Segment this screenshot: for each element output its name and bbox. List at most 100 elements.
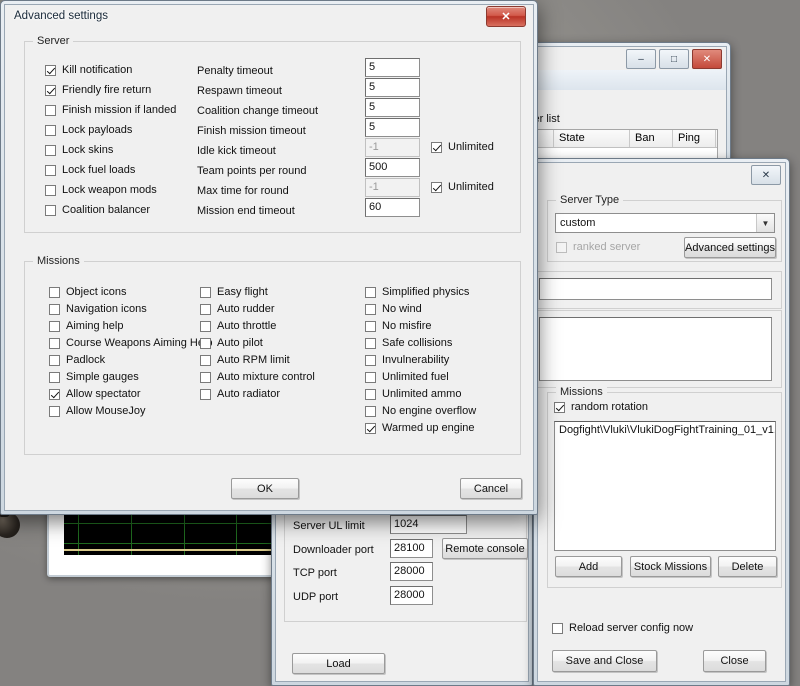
checkbox-label: Unlimited ammo	[382, 388, 462, 400]
team-points-per-round-input[interactable]: 500	[365, 158, 420, 177]
column-header[interactable]: State	[554, 130, 630, 147]
add-mission-button[interactable]: Add	[555, 556, 622, 577]
unlimited-ammo-checkbox[interactable]: Unlimited ammo	[365, 388, 461, 400]
save-and-close-button[interactable]: Save and Close	[552, 650, 657, 672]
close-icon[interactable]: ✕	[486, 6, 526, 27]
server-type-select[interactable]: custom ▼	[555, 213, 775, 233]
auto-radiator-checkbox[interactable]: Auto radiator	[200, 388, 280, 400]
lock-weapon-mods-checkbox[interactable]: Lock weapon mods	[45, 184, 157, 196]
downloader-port-input[interactable]: 28100	[390, 539, 433, 558]
server-type-group-label: Server Type	[556, 194, 624, 206]
auto-throttle-checkbox[interactable]: Auto throttle	[200, 320, 276, 332]
udp-port-input[interactable]: 28000	[390, 586, 433, 605]
mission-end-timeout-input[interactable]: 60	[365, 198, 420, 217]
finish-mission-timeout-input[interactable]: 5	[365, 118, 420, 137]
auto-rpm-limit-checkbox[interactable]: Auto RPM limit	[200, 354, 290, 366]
no-engine-overflow-checkbox[interactable]: No engine overflow	[365, 405, 476, 417]
checkbox-box	[365, 422, 376, 434]
checkbox-box	[365, 303, 376, 315]
mission-list[interactable]: Dogfight\Vluki\VlukiDogFightTraining_01_…	[554, 421, 776, 551]
column-header[interactable]: Ban	[630, 130, 673, 147]
checkbox-box	[552, 622, 563, 634]
aiming-help-checkbox[interactable]: Aiming help	[49, 320, 123, 332]
close-icon[interactable]: ✕	[751, 165, 781, 185]
checkbox-box	[45, 204, 56, 216]
delete-mission-button[interactable]: Delete	[718, 556, 777, 577]
column-header[interactable]	[716, 130, 717, 147]
no-wind-checkbox[interactable]: No wind	[365, 303, 422, 315]
close-icon[interactable]: ✕	[692, 49, 722, 69]
list-item[interactable]: Dogfight\Vluki\VlukiDogFightTraining_01_…	[559, 424, 775, 436]
grid-line	[64, 543, 286, 544]
allow-mousejoy-checkbox[interactable]: Allow MouseJoy	[49, 405, 145, 417]
lock-payloads-checkbox[interactable]: Lock payloads	[45, 124, 132, 136]
checkbox-box	[49, 303, 60, 315]
navigation-icons-checkbox[interactable]: Navigation icons	[49, 303, 147, 315]
kill-notification-checkbox[interactable]: Kill notification	[45, 64, 132, 76]
auto-pilot-checkbox[interactable]: Auto pilot	[200, 337, 263, 349]
checkbox-label: Unlimited	[448, 181, 494, 193]
advanced-settings-dialog[interactable]: Advanced settings ✕ Server Kill notifica…	[0, 0, 538, 515]
max-time-for-round-input[interactable]: -1	[365, 178, 420, 197]
easy-flight-checkbox[interactable]: Easy flight	[200, 286, 268, 298]
coalition-change-timeout-input[interactable]: 5	[365, 98, 420, 117]
close-button[interactable]: Close	[703, 650, 766, 672]
respawn-timeout-input[interactable]: 5	[365, 78, 420, 97]
advanced-settings-titlebar[interactable]: Advanced settings ✕	[5, 5, 533, 27]
reload-server-config-checkbox[interactable]: Reload server config now	[552, 622, 693, 634]
tcp-port-input[interactable]: 28000	[390, 562, 433, 581]
checkbox-box	[431, 181, 442, 193]
lock-skins-checkbox[interactable]: Lock skins	[45, 144, 113, 156]
unlimited-fuel-checkbox[interactable]: Unlimited fuel	[365, 371, 449, 383]
ok-button[interactable]: OK	[231, 478, 299, 499]
safe-collisions-checkbox[interactable]: Safe collisions	[365, 337, 452, 349]
checkbox-box	[200, 286, 211, 298]
checkbox-label: Coalition balancer	[62, 204, 151, 216]
load-button[interactable]: Load	[292, 653, 385, 674]
checkbox-label: Allow spectator	[66, 388, 141, 400]
advanced-settings-button[interactable]: Advanced settings	[684, 237, 776, 258]
checkbox-label: Auto radiator	[217, 388, 280, 400]
stock-missions-button[interactable]: Stock Missions	[630, 556, 711, 577]
checkbox-box	[200, 388, 211, 400]
checkbox-label: Lock skins	[62, 144, 114, 156]
checkbox-label: Lock fuel loads	[62, 164, 136, 176]
maximize-icon[interactable]: □	[659, 49, 689, 69]
server-settings-window[interactable]: ✕ Server Type custom ▼ ranked server Adv…	[533, 158, 790, 686]
idle-kick-unlimited-checkbox[interactable]: Unlimited	[431, 141, 494, 153]
checkbox-box	[365, 320, 376, 332]
column-header[interactable]: Ping	[673, 130, 716, 147]
checkbox-box	[556, 241, 567, 253]
checkbox-box	[49, 337, 60, 349]
allow-spectator-checkbox[interactable]: Allow spectator	[49, 388, 141, 400]
max-time-unlimited-checkbox[interactable]: Unlimited	[431, 181, 494, 193]
remote-console-button[interactable]: Remote console	[442, 538, 528, 559]
lock-fuel-loads-checkbox[interactable]: Lock fuel loads	[45, 164, 135, 176]
idle-kick-timeout-input[interactable]: -1	[365, 138, 420, 157]
minimize-icon[interactable]: –	[626, 49, 656, 69]
server-settings-titlebar[interactable]: ✕	[538, 163, 785, 185]
simple-gauges-checkbox[interactable]: Simple gauges	[49, 371, 139, 383]
random-rotation-checkbox[interactable]: random rotation	[554, 401, 648, 413]
auto-mixture-control-checkbox[interactable]: Auto mixture control	[200, 371, 315, 383]
server-list-titlebar[interactable]: – □ ✕	[522, 47, 726, 69]
no-misfire-checkbox[interactable]: No misfire	[365, 320, 432, 332]
server-ul-limit-input[interactable]: 1024	[390, 515, 467, 534]
warmed-up-engine-checkbox[interactable]: Warmed up engine	[365, 422, 475, 434]
chevron-down-icon[interactable]: ▼	[756, 214, 774, 232]
missions-group: Missions random rotation Dogfight\Vluki\…	[547, 386, 782, 588]
course-weapons-aiming-help-checkbox[interactable]: Course Weapons Aiming Help	[49, 337, 213, 349]
auto-rudder-checkbox[interactable]: Auto rudder	[200, 303, 274, 315]
server-description-input[interactable]	[539, 317, 772, 381]
ranked-server-checkbox[interactable]: ranked server	[556, 241, 640, 253]
finish-mission-if-landed-checkbox[interactable]: Finish mission if landed	[45, 104, 176, 116]
server-name-input[interactable]	[539, 278, 772, 300]
simplified-physics-checkbox[interactable]: Simplified physics	[365, 286, 469, 298]
friendly-fire-return-checkbox[interactable]: Friendly fire return	[45, 84, 151, 96]
penalty-timeout-input[interactable]: 5	[365, 58, 420, 77]
coalition-balancer-checkbox[interactable]: Coalition balancer	[45, 204, 150, 216]
padlock-checkbox[interactable]: Padlock	[49, 354, 105, 366]
cancel-button[interactable]: Cancel	[460, 478, 522, 499]
object-icons-checkbox[interactable]: Object icons	[49, 286, 127, 298]
invulnerability-checkbox[interactable]: Invulnerability	[365, 354, 449, 366]
